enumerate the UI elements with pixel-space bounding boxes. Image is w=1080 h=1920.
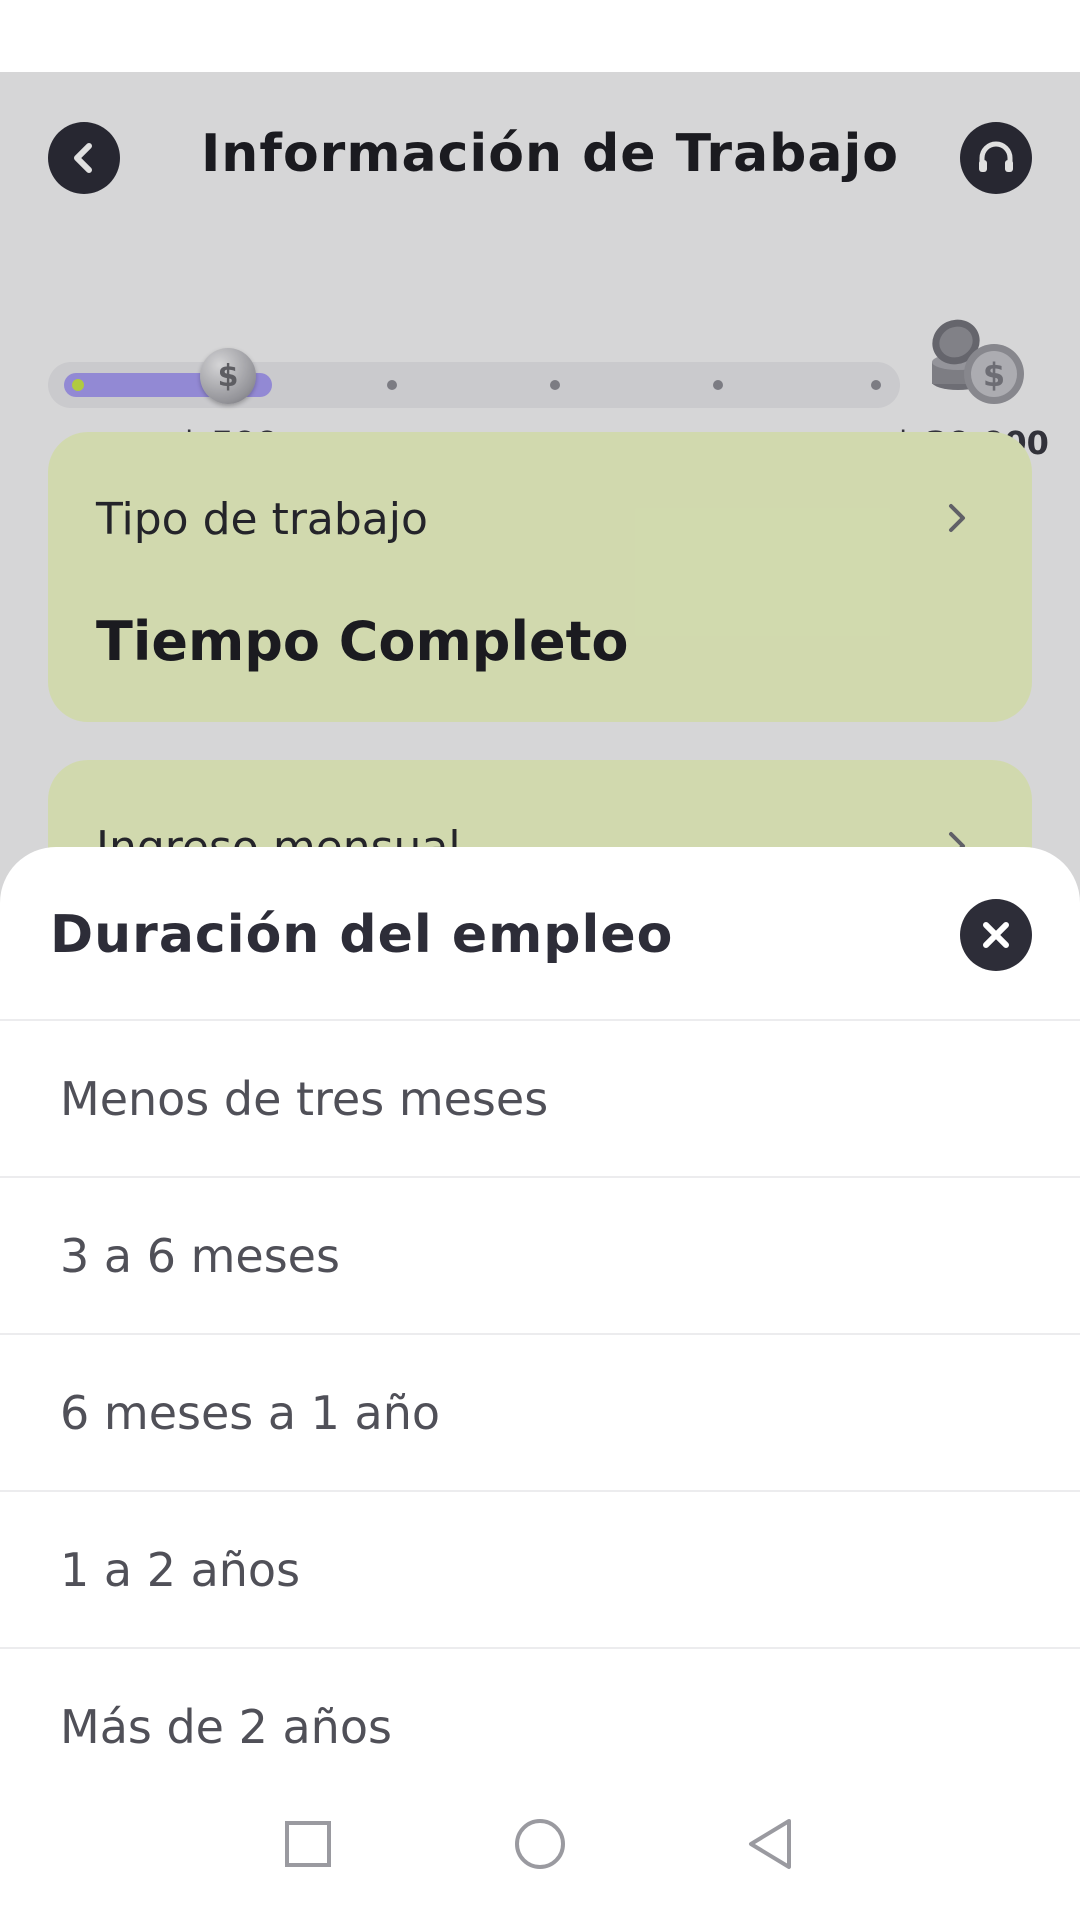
system-back-button[interactable] (734, 1808, 806, 1880)
triangle-back-icon (749, 1819, 791, 1869)
system-nav-bar (0, 1770, 1080, 1920)
screen: Información de Trabajo $ $ Tipo de traba… (0, 72, 1080, 1920)
option-label: 1 a 2 años (60, 1542, 301, 1597)
recents-button[interactable] (272, 1808, 344, 1880)
home-button[interactable] (504, 1808, 576, 1880)
square-icon (285, 1821, 331, 1867)
close-button[interactable] (960, 899, 1032, 971)
option-less-than-three-months[interactable]: Menos de tres meses (0, 1021, 1080, 1176)
option-1-to-2-years[interactable]: 1 a 2 años (0, 1492, 1080, 1647)
option-label: 3 a 6 meses (60, 1228, 340, 1283)
option-label: Más de 2 años (60, 1699, 392, 1754)
close-icon (983, 922, 1009, 948)
option-3-to-6-months[interactable]: 3 a 6 meses (0, 1178, 1080, 1333)
option-label: Menos de tres meses (60, 1071, 549, 1126)
employment-duration-sheet: Duración del empleo Menos de tres meses … (0, 847, 1080, 1920)
option-label: 6 meses a 1 año (60, 1385, 441, 1440)
circle-icon (515, 1819, 565, 1869)
sheet-title: Duración del empleo (50, 905, 674, 965)
status-bar (0, 0, 1080, 72)
option-6-months-to-1-year[interactable]: 6 meses a 1 año (0, 1335, 1080, 1490)
